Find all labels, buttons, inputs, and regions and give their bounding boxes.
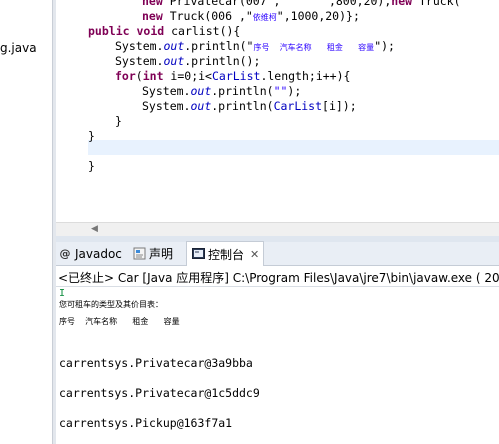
tab-console-label: 控制台 xyxy=(208,247,245,262)
code-token: System. xyxy=(115,54,164,68)
tab-console[interactable]: 控制台 ✕ xyxy=(186,241,265,266)
code-token: new xyxy=(142,0,163,8)
bottom-view-tabbar: @ Javadoc 声明 控制台 ✕ xyxy=(56,241,499,266)
code-token: CarList xyxy=(273,99,323,113)
code-line: } xyxy=(115,114,122,129)
console-prompt-line: 您可租车的类型及其价目表： xyxy=(59,300,163,309)
code-token: int xyxy=(142,69,164,83)
code-token: } xyxy=(88,129,95,143)
code-token: CarList xyxy=(211,69,261,83)
code-token: out xyxy=(163,54,185,68)
code-token: System. xyxy=(142,99,191,113)
code-token: System. xyxy=(142,84,191,98)
code-token: out xyxy=(190,84,212,98)
console-object-line: carrentsys.Privatecar@3a9bba xyxy=(59,356,253,370)
console-header-divider xyxy=(56,286,499,287)
code-token: "" xyxy=(273,84,288,98)
console-process-header: <已终止> Car [Java 应用程序] C:\Program Files\J… xyxy=(58,271,499,285)
code-token: out xyxy=(190,99,212,113)
code-line: System.out.println("序号 汽车名称 租金 容量"); xyxy=(115,39,395,55)
code-token: .length;i++){ xyxy=(260,69,351,83)
code-token: void xyxy=(136,24,165,38)
at-sign-icon: @ xyxy=(59,246,71,260)
editor-gutter xyxy=(56,0,78,222)
code-token: Truck(006 ," xyxy=(162,9,253,23)
code-token: 依维柯 xyxy=(252,13,277,22)
tab-declaration[interactable]: 声明 xyxy=(132,242,173,265)
code-token: ",800,20), xyxy=(322,0,392,8)
code-token: .println( xyxy=(211,99,274,113)
code-line: System.out.println(); xyxy=(115,54,260,69)
console-columns-line: 序号 汽车名称 租金 容量 xyxy=(59,317,180,326)
code-line: public void carlist(){ xyxy=(88,24,240,39)
code-token: new xyxy=(142,9,163,23)
code-token: .println( xyxy=(211,84,274,98)
code-token: public xyxy=(88,24,130,38)
package-explorer-lower-pane xyxy=(0,236,52,444)
code-token: carlist(){ xyxy=(164,24,241,38)
code-token: for xyxy=(115,69,136,83)
console-object-line: carrentsys.Pickup@163f7a1 xyxy=(59,416,233,430)
code-token: Privatecar(007 ," xyxy=(162,0,288,8)
code-line: for(int i=0;i<CarList.length;i++){ xyxy=(115,69,350,84)
tab-javadoc-label: Javadoc xyxy=(75,246,122,261)
code-token: ( xyxy=(135,69,143,83)
tab-javadoc[interactable]: @ Javadoc xyxy=(58,242,122,265)
console-object-line: carrentsys.Privatecar@1c5ddc9 xyxy=(59,386,260,400)
tab-declaration-label: 声明 xyxy=(149,247,174,261)
close-icon[interactable]: ✕ xyxy=(250,248,259,261)
package-explorer-pane: g.java xyxy=(0,0,52,236)
code-token: Truck( xyxy=(412,0,461,8)
console-output[interactable]: <已终止> Car [Java 应用程序] C:\Program Files\J… xyxy=(56,266,499,444)
code-token: System. xyxy=(115,39,164,53)
code-line: new Privatecar(007 ," ",800,20),new Truc… xyxy=(142,0,461,9)
editor-horizontal-scrollbar[interactable]: ◀ xyxy=(56,222,499,237)
code-line: System.out.println(CarList[i]); xyxy=(142,99,357,114)
code-token: .println(" xyxy=(184,39,254,53)
scroll-left-arrow-icon[interactable]: ◀ xyxy=(91,224,98,234)
code-token: i=0;i< xyxy=(163,69,212,83)
code-token: } xyxy=(115,114,122,128)
code-token: new xyxy=(391,0,413,8)
code-editor[interactable]: new Privatecar(007 ," ",800,20),new Truc… xyxy=(56,0,499,222)
code-token: } xyxy=(88,159,95,173)
code-line: } xyxy=(88,159,95,174)
code-line: } xyxy=(88,129,95,144)
code-token: 序号 汽车名称 租金 容量 xyxy=(253,43,375,52)
package-explorer-file-item[interactable]: g.java xyxy=(0,41,37,55)
code-token: "); xyxy=(374,39,395,53)
declaration-icon xyxy=(132,247,146,261)
code-token: ",1000,20)}; xyxy=(276,9,360,23)
code-token: out xyxy=(163,39,185,53)
console-caret: I xyxy=(59,288,66,299)
current-line-highlight xyxy=(88,140,499,155)
code-line: new Truck(006 ,"依维柯",1000,20)}; xyxy=(142,9,360,25)
code-line: System.out.println(""); xyxy=(142,84,301,99)
console-icon xyxy=(191,247,205,261)
code-token: [i]); xyxy=(322,99,357,113)
code-token: ); xyxy=(287,84,302,98)
code-token: .println(); xyxy=(184,54,261,68)
